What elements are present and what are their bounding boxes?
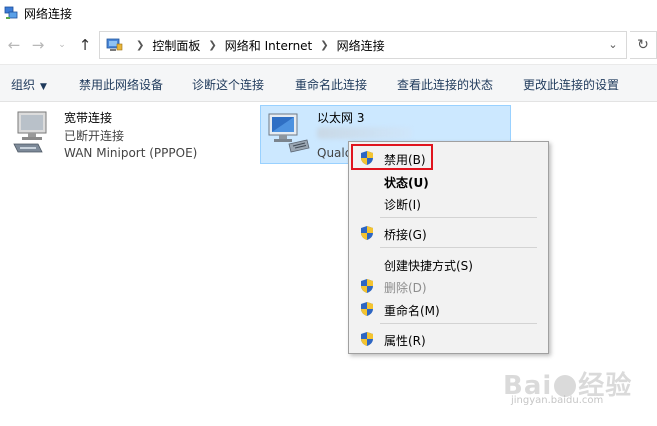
annotation-highlight-box (351, 144, 433, 170)
control-panel-icon (106, 38, 123, 51)
menu-item-rename[interactable]: 重命名(M) (351, 298, 546, 320)
change-settings-button[interactable]: 更改此连接的设置 (523, 76, 619, 93)
menu-item-create-shortcut[interactable]: 创建快捷方式(S) (351, 253, 546, 275)
menu-item-label: 重命名(M) (384, 304, 440, 318)
breadcrumb-network-connections[interactable]: 网络连接 (337, 37, 385, 54)
menu-separator (380, 247, 537, 248)
title-bar: 网络连接 (0, 0, 657, 26)
menu-item-label: 状态(U) (384, 176, 429, 190)
refresh-icon[interactable]: ↻ (630, 31, 657, 59)
watermark-url: jingyan.baidu.com (511, 395, 604, 406)
menu-item-label: 属性(R) (384, 334, 426, 348)
address-dropdown-chevron-icon[interactable]: ⌄ (606, 38, 620, 52)
uac-shield-icon (361, 279, 373, 293)
menu-item-label: 删除(D) (384, 281, 427, 295)
command-bar: 组织 ▼ 禁用此网络设备 诊断这个连接 重命名此连接 查看此连接的状态 更改此连接… (0, 64, 657, 102)
context-menu: 禁用(B) 状态(U) 诊断(I) 桥接(G) 创建快捷方式(S) 删除(D) (348, 141, 549, 354)
recent-locations-chevron-icon[interactable]: ⌄ (52, 35, 72, 55)
breadcrumb-control-panel[interactable]: 控制面板 (152, 37, 200, 54)
back-arrow-icon[interactable]: ← (4, 35, 24, 55)
caret-down-icon: ▼ (40, 82, 47, 92)
window-title: 网络连接 (24, 6, 73, 21)
menu-separator (380, 217, 537, 218)
broadband-connection-icon (13, 111, 47, 153)
menu-item-label: 桥接(G) (384, 228, 427, 242)
connection-status: 已断开连接 (64, 129, 125, 143)
connections-list: 宽带连接 已断开连接 WAN Miniport (PPPOE) 以太网 3 Qu… (0, 102, 657, 426)
menu-item-bridge[interactable]: 桥接(G) (351, 222, 546, 244)
forward-arrow-icon[interactable]: → (28, 35, 48, 55)
menu-item-label: 诊断(I) (384, 198, 421, 212)
menu-item-delete: 删除(D) (351, 275, 546, 297)
baidu-watermark: Bai 经验 jingyan.baidu.com (503, 365, 653, 425)
menu-item-status[interactable]: 状态(U) (351, 170, 546, 192)
breadcrumb-separator-icon[interactable]: ❯ (136, 40, 144, 51)
menu-item-properties[interactable]: 属性(R) (351, 328, 546, 350)
uac-shield-icon (361, 302, 373, 316)
diagnose-button[interactable]: 诊断这个连接 (192, 76, 264, 93)
ethernet-connection-icon (268, 113, 310, 153)
menu-item-label: 创建快捷方式(S) (384, 259, 473, 273)
connection-broadband[interactable]: 宽带连接 已断开连接 WAN Miniport (PPPOE) (6, 106, 246, 164)
connection-device-partial: Qualc (317, 146, 352, 160)
uac-shield-icon (361, 332, 373, 346)
breadcrumb-separator-icon[interactable]: ❯ (208, 40, 216, 51)
breadcrumb-separator-icon[interactable]: ❯ (320, 40, 328, 51)
connection-device: WAN Miniport (PPPOE) (64, 146, 198, 160)
network-connections-icon (4, 6, 18, 19)
menu-item-diagnose[interactable]: 诊断(I) (351, 192, 546, 214)
connection-name: 宽带连接 (64, 111, 113, 125)
view-status-button[interactable]: 查看此连接的状态 (397, 76, 493, 93)
organize-label: 组织 (11, 78, 36, 92)
breadcrumb-network-internet[interactable]: 网络和 Internet (225, 37, 312, 54)
paw-icon (554, 375, 577, 397)
organize-menu-button[interactable]: 组织 ▼ (11, 76, 47, 93)
rename-button[interactable]: 重命名此连接 (295, 76, 367, 93)
disable-device-button[interactable]: 禁用此网络设备 (79, 76, 163, 93)
up-arrow-icon[interactable]: ↑ (75, 35, 95, 55)
menu-separator (380, 323, 537, 324)
address-row: ← → ⌄ ↑ ❯ 控制面板 ❯ 网络和 Internet ❯ 网络连接 ⌄ ↻ (0, 26, 657, 64)
uac-shield-icon (361, 226, 373, 240)
blurred-status (317, 127, 412, 139)
connection-name: 以太网 3 (317, 111, 365, 125)
address-bar[interactable]: ❯ 控制面板 ❯ 网络和 Internet ❯ 网络连接 ⌄ (99, 31, 627, 59)
